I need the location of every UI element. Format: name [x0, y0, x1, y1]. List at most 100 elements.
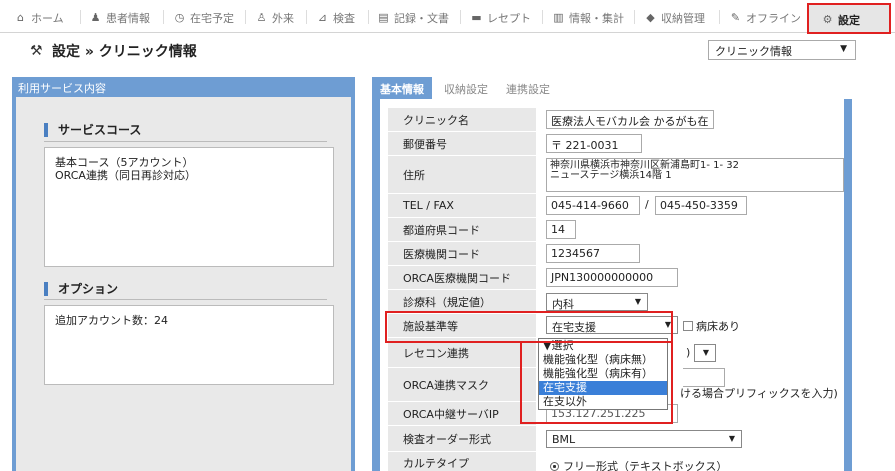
clinic-name-input[interactable]: 医療法人モバカル会 かるがも在 [546, 110, 714, 129]
nav-billing[interactable]: ◆ 収納管理 [644, 10, 705, 26]
nav-divider [460, 10, 461, 24]
clock-icon: ◷ [174, 11, 185, 24]
label-tel-fax: TEL / FAX [388, 194, 536, 217]
postal-input[interactable]: 〒 221-0031 [546, 134, 642, 153]
tab-integration-settings[interactable]: 連携設定 [498, 77, 558, 99]
orca-code-input[interactable]: JPN130000000000 [546, 268, 678, 287]
highlight-box [385, 311, 673, 343]
dept-value: 内科 [552, 298, 574, 311]
fax-input[interactable]: 045-450-3359 [655, 196, 747, 215]
divider [44, 299, 327, 300]
label-inst-code: 医療機関コード [388, 242, 536, 265]
exam-order-value: BML [552, 433, 576, 446]
postal-prefix: 〒 [551, 139, 562, 152]
outpatient-icon: ♙ [256, 11, 267, 24]
options-title: オプション [44, 282, 118, 296]
exam-icon: ⊿ [317, 11, 328, 24]
page-title-row: ⚒ 設定 » クリニック情報 [30, 40, 197, 62]
rececon-partial: ) [686, 346, 691, 359]
options-box: 追加アカウント数：24 [44, 305, 334, 385]
nav-records[interactable]: ▤ 記録・文書 [377, 10, 449, 26]
row-postal: 郵便番号 〒 221-0031 [388, 132, 844, 156]
nav-home[interactable]: ⌂ ホーム [14, 10, 64, 26]
chevron-down-icon: ▼ [840, 44, 847, 54]
bed-checkbox-label: 病床あり [696, 320, 740, 333]
tag-icon: ◆ [646, 11, 655, 24]
service-panel: 利用サービス内容 サービスコース 基本コース（5アカウント） ORCA連携（同日… [12, 77, 355, 471]
tab-billing-settings[interactable]: 収納設定 [436, 77, 496, 99]
receipt-icon: ▬ [471, 11, 482, 24]
nav-settings-inner: ⚙ 設定 [822, 13, 860, 28]
tools-icon: ⚒ [30, 43, 43, 59]
exam-order-select[interactable]: BML ▼ [546, 430, 742, 448]
divider [44, 141, 327, 142]
chevron-down-icon: ▼ [634, 297, 641, 306]
service-course-box: 基本コース（5アカウント） ORCA連携（同日再診対応） [44, 147, 334, 267]
row-address: 住所 神奈川県横浜市神奈川区新浦島町1- 1- 32 ニューステージ横浜14階 … [388, 156, 844, 194]
tab-basic-info[interactable]: 基本情報 [372, 77, 432, 99]
nav-offline[interactable]: ✎ オフライン [729, 10, 801, 26]
label-orca-relay: ORCA中継サーバIP [388, 402, 536, 425]
pref-code-input[interactable]: 14 [546, 220, 576, 239]
patient-icon: ♟ [90, 11, 101, 24]
address-textarea[interactable]: 神奈川県横浜市神奈川区新浦島町1- 1- 32 ニューステージ横浜14階 1 [546, 158, 844, 192]
chevron-down-icon: ▼ [728, 434, 735, 443]
tab-bar: 基本情報 収納設定 連携設定 [372, 77, 852, 99]
nav-divider [306, 10, 307, 24]
service-course-line: 基本コース（5アカウント） [55, 156, 194, 169]
label-address: 住所 [388, 156, 536, 193]
top-navigation: ⌂ ホーム ♟ 患者情報 ◷ 在宅予定 ♙ 外来 ⊿ 検査 ▤ 記録・文書 ▬ レセプト ▥ 情… [0, 0, 895, 34]
inst-code-input[interactable]: 1234567 [546, 244, 640, 263]
postal-value: 221-0031 [565, 139, 619, 152]
label-exam-order: 検査オーダー形式 [388, 426, 536, 451]
nav-home-visit[interactable]: ◷ 在宅予定 [173, 10, 234, 26]
nav-divider [719, 10, 720, 24]
nav-outpatient[interactable]: ♙ 外来 [255, 10, 294, 26]
label-orca-code: ORCA医療機関コード [388, 266, 536, 289]
row-pref-code: 都道府県コード 14 [388, 218, 844, 242]
nav-divider [542, 10, 543, 24]
home-icon: ⌂ [17, 11, 24, 24]
chevron-down-icon: ▼ [702, 348, 709, 357]
address-line: ニューステージ横浜14階 1 [550, 170, 672, 181]
nav-stats[interactable]: ▥ 情報・集計 [552, 10, 624, 26]
nav-settings[interactable]: ⚙ 設定 [807, 3, 891, 34]
dept-select[interactable]: 内科 ▼ [546, 293, 648, 311]
nav-patient-info[interactable]: ♟ 患者情報 [89, 10, 150, 26]
label-karte-type: カルテタイプ [388, 452, 536, 471]
row-exam-order: 検査オーダー形式 BML ▼ [388, 426, 844, 452]
service-course-title: サービスコース [44, 123, 141, 137]
nav-divider [634, 10, 635, 24]
row-inst-code: 医療機関コード 1234567 [388, 242, 844, 266]
label-postal: 郵便番号 [388, 132, 536, 155]
page-select-value: クリニック情報 [715, 45, 792, 58]
nav-divider [163, 10, 164, 24]
stats-icon: ▥ [553, 11, 564, 24]
service-course-line: ORCA連携（同日再診対応） [55, 169, 196, 182]
nav-receipt[interactable]: ▬ レセプト [470, 10, 531, 26]
bed-checkbox[interactable] [683, 321, 693, 331]
row-orca-code: ORCA医療機関コード JPN130000000000 [388, 266, 844, 290]
row-clinic-name: クリニック名 医療法人モバカル会 かるがも在 [388, 108, 844, 132]
highlight-box-dropdown [520, 341, 673, 424]
rececon-select[interactable]: ▼ [694, 344, 716, 362]
row-karte-type: カルテタイプ フリー形式（テキストボックス） [388, 452, 844, 471]
karte-type-option[interactable]: フリー形式（テキストボックス） [550, 458, 727, 471]
nav-exam[interactable]: ⊿ 検査 [316, 10, 355, 26]
label-pref-code: 都道府県コード [388, 218, 536, 241]
karte-type-value: フリー形式（テキストボックス） [563, 460, 728, 471]
tel-input[interactable]: 045-414-9660 [546, 196, 640, 215]
label-clinic-name: クリニック名 [388, 108, 536, 131]
gear-icon: ⚙ [822, 13, 833, 26]
service-panel-header: 利用サービス内容 [12, 77, 355, 97]
nav-divider [80, 10, 81, 24]
nav-divider [245, 10, 246, 24]
page-title: 設定 » クリニック情報 [52, 44, 197, 60]
row-tel-fax: TEL / FAX 045-414-9660 / 045-450-3359 [388, 194, 844, 218]
bed-checkbox-group: 病床あり [683, 318, 740, 334]
tel-fax-separator: / [645, 198, 649, 211]
label-orca-mask: ORCA連携マスク [388, 368, 536, 401]
document-icon: ▤ [378, 11, 389, 24]
options-text: 追加アカウント数：24 [55, 314, 168, 327]
page-select[interactable]: クリニック情報 ▼ [708, 40, 856, 60]
